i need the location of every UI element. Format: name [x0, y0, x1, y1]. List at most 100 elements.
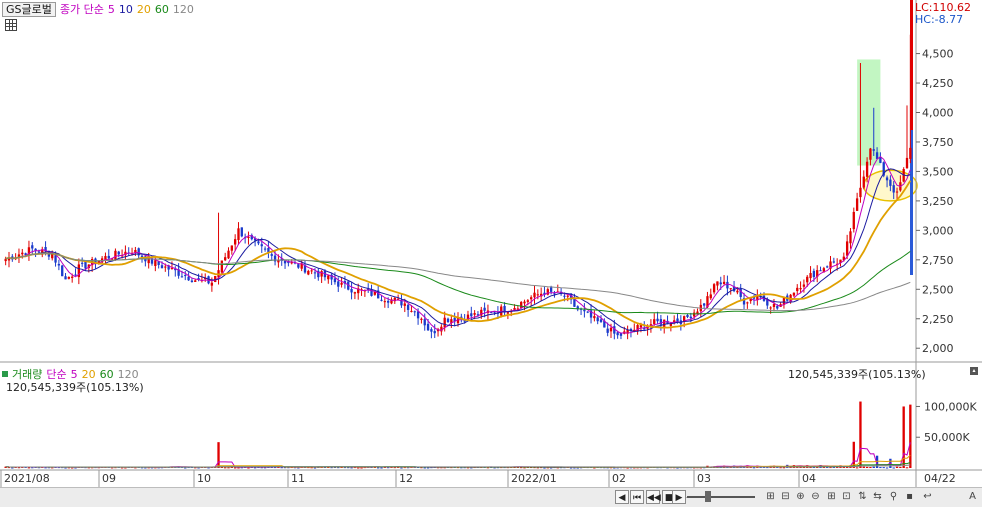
price-tick-label: 2,750 [922, 254, 954, 267]
volume-bar [909, 404, 912, 468]
candle-body [263, 248, 267, 250]
candle-body [776, 306, 779, 309]
candle-body [164, 266, 167, 268]
volume-bar [865, 466, 869, 468]
chart-frame [0, 0, 982, 487]
price-tick-label: 4,000 [922, 107, 954, 120]
horizontal-arrange-icon[interactable]: ⇆ [871, 491, 884, 503]
zoom-slider-track[interactable] [687, 496, 755, 498]
candle-body [80, 262, 84, 264]
candle-body [426, 323, 430, 331]
stock-chart[interactable]: 4,500 4,250 4,000 3,750 3,500 3,250 3,000 2,750… [0, 0, 982, 487]
candle-body [832, 261, 836, 263]
candle-body [819, 270, 822, 272]
candle-body [21, 252, 24, 255]
candle-body [845, 241, 849, 256]
candle-body [383, 301, 386, 303]
grid-remove-icon[interactable]: ⊟ [779, 491, 792, 503]
grid-add-icon[interactable]: ⊞ [764, 491, 777, 503]
price-tick-label: 2,250 [922, 313, 954, 326]
price-candles [4, 34, 912, 340]
candle-body [310, 270, 313, 272]
stock-name-label[interactable]: GS글로벌 [2, 1, 56, 17]
square-icon[interactable]: ▪ [903, 491, 916, 503]
volume-bars [4, 401, 912, 469]
candle-body [656, 318, 659, 322]
volume-bar [879, 467, 882, 469]
undo-icon[interactable]: ↩ [921, 491, 934, 503]
zoom-in-icon[interactable]: ⊕ [794, 491, 807, 503]
candle-body [879, 157, 882, 163]
candle-body [114, 250, 117, 261]
vertical-arrange-icon[interactable]: ⇅ [856, 491, 869, 503]
zoom-out-icon[interactable]: ⊖ [809, 491, 822, 503]
text-tool-icon[interactable]: A [966, 491, 979, 503]
candle-body [270, 254, 273, 256]
candle-body [240, 227, 243, 237]
candle-body [233, 239, 237, 245]
candle-body [230, 245, 233, 251]
search-icon[interactable]: ⚲ [887, 491, 900, 503]
volume-bar [855, 467, 859, 469]
zoom-slider-handle[interactable] [705, 491, 711, 502]
candle-body [583, 309, 586, 312]
candle-body [350, 289, 353, 293]
candle-body [333, 278, 337, 283]
candle-body [885, 177, 889, 181]
date-label: 11 [291, 472, 305, 485]
candle-body [593, 316, 596, 319]
candle-body [889, 179, 892, 186]
candle-body [71, 276, 74, 278]
candle-body [160, 265, 164, 269]
volume-bar [224, 467, 227, 469]
volume-bar [313, 467, 317, 469]
candle-body [616, 332, 619, 336]
volume-bar [227, 467, 230, 469]
candle-body [849, 231, 852, 244]
price-tick-label: 4,250 [922, 77, 954, 90]
candle-body [433, 331, 436, 334]
volume-current-value: 120,545,339주(105.13%) [6, 381, 144, 394]
rewind-button[interactable]: ◀◀ [646, 490, 661, 504]
candle-body [826, 266, 829, 268]
candle-body [57, 263, 61, 266]
volume-right-value: 120,545,339주(105.13%) [788, 368, 926, 381]
frame-icon[interactable]: ⊡ [840, 491, 853, 503]
candle-body [31, 245, 34, 249]
candle-body [746, 302, 749, 304]
candle-body [729, 288, 732, 290]
candle-body [653, 319, 656, 325]
candle-body [443, 317, 446, 328]
volume-bar [895, 466, 899, 468]
candle-body [37, 251, 41, 253]
candle-body [64, 276, 67, 280]
candle-body [470, 313, 473, 317]
table-icon[interactable] [5, 19, 17, 31]
candle-body [406, 304, 410, 310]
candle-body [187, 276, 190, 281]
candle-body [423, 319, 426, 326]
date-label: 03 [697, 472, 711, 485]
candle-body [194, 280, 197, 282]
volume-tick-label: 50,000K [924, 431, 970, 444]
scroll-left-button[interactable]: ◀ [615, 490, 629, 504]
candle-body [337, 281, 340, 287]
candle-body [596, 317, 599, 322]
candle-body [796, 287, 799, 292]
collapse-panel-icon[interactable]: ▴ [970, 367, 978, 375]
candle-body [812, 270, 816, 278]
ma5-label: 5 [107, 2, 115, 16]
layout-icon[interactable]: ⊞ [825, 491, 838, 503]
candle-body [566, 295, 569, 297]
first-button[interactable]: ⏮ [630, 490, 644, 504]
price-tick-label: 2,000 [922, 342, 954, 355]
candle-body [247, 236, 250, 238]
price-tick-label: 3,000 [922, 224, 954, 237]
candle-body [689, 316, 692, 319]
candle-body [722, 281, 726, 284]
candle-body [692, 312, 696, 317]
candle-body [380, 299, 383, 301]
scroll-right-button[interactable]: ▶ [672, 490, 686, 504]
candle-body [606, 328, 609, 333]
candle-body [413, 311, 416, 313]
